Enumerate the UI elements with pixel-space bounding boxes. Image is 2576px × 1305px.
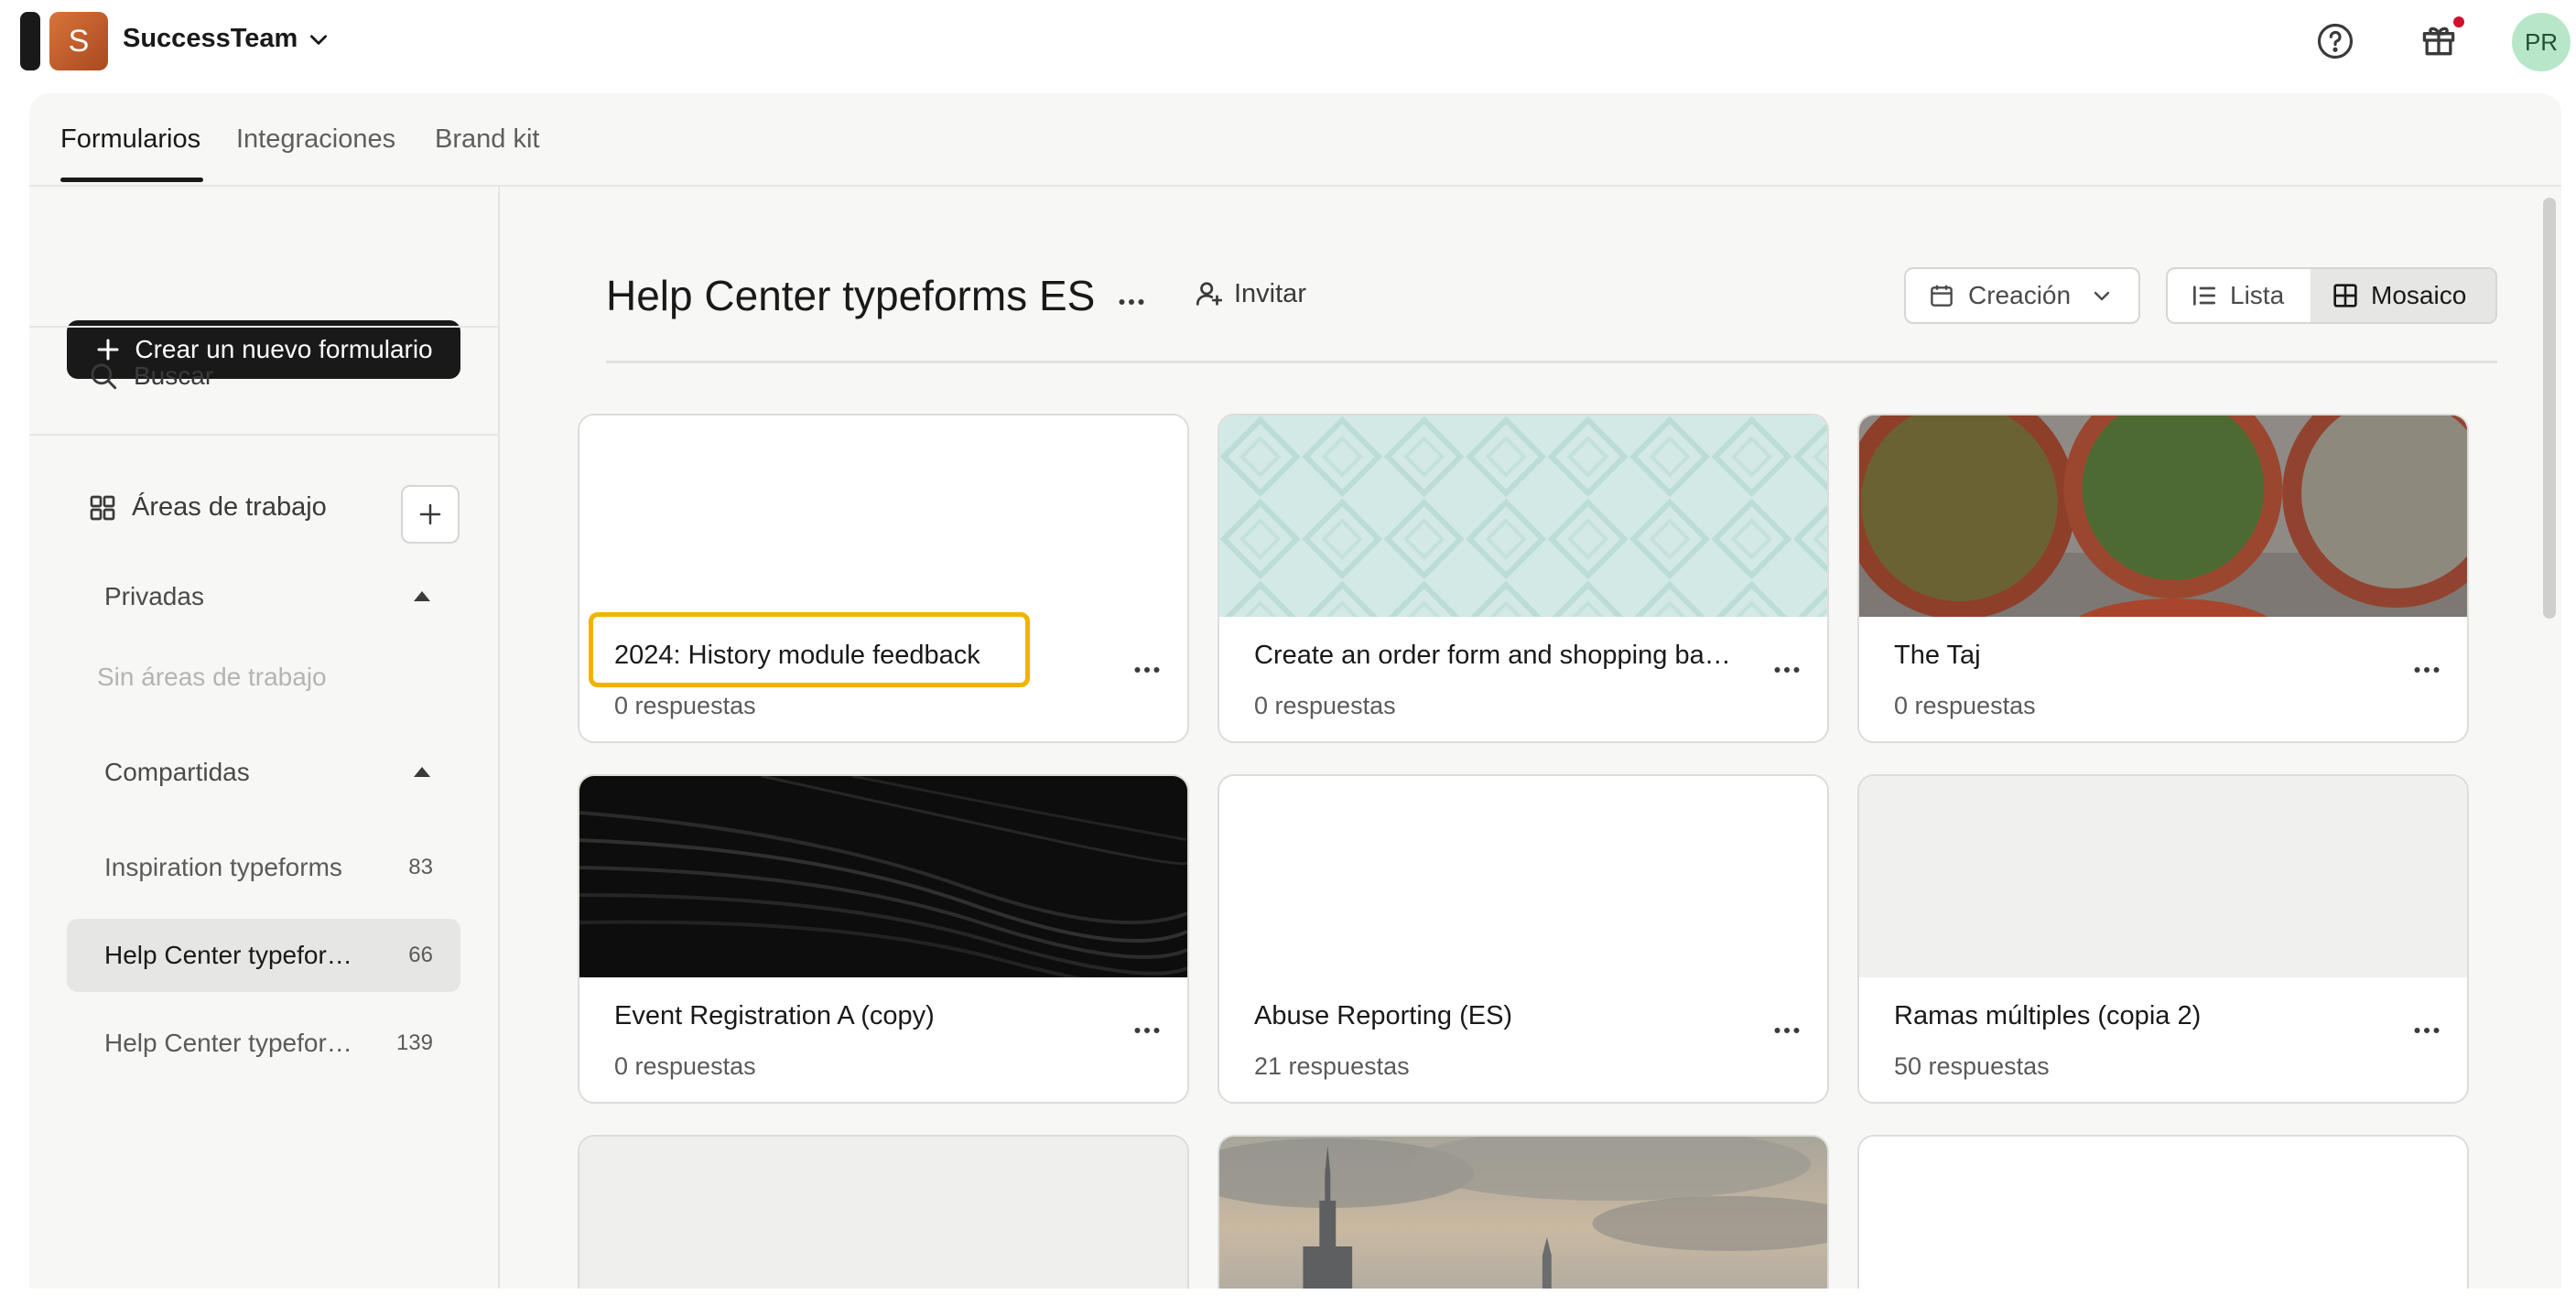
sidebar-divider — [29, 326, 498, 328]
form-responses: 0 respuestas — [614, 692, 756, 719]
view-list-label: Lista — [2230, 281, 2285, 309]
view-grid-button[interactable]: Mosaico — [2311, 269, 2495, 322]
form-thumbnail — [579, 1137, 1187, 1289]
team-logo[interactable]: S — [49, 12, 108, 70]
list-icon — [2193, 286, 2215, 306]
tab-brand-kit[interactable]: Brand kit — [435, 124, 539, 155]
workspaces-header: Áreas de trabajo — [88, 492, 327, 523]
view-toggle: Lista Mosaico — [2166, 267, 2497, 324]
form-card[interactable]: Create an order form and shopping basket… — [1218, 414, 1829, 743]
caret-up-icon[interactable] — [414, 591, 430, 601]
no-workspaces-note: Sin áreas de trabajo — [97, 663, 327, 691]
more-options-icon[interactable] — [1131, 653, 1164, 686]
form-thumbnail — [1859, 776, 2467, 977]
active-tab-indicator — [60, 178, 203, 182]
form-thumbnail — [1859, 415, 2467, 617]
sidebar-item-label: Help Center typeforms EN — [104, 1029, 361, 1057]
sidebar-item-count: 66 — [408, 943, 433, 967]
avatar-initials: PR — [2524, 27, 2559, 56]
sidebar-item-label: Help Center typeforms ES — [104, 941, 361, 969]
scrollbar[interactable] — [2543, 198, 2556, 619]
header-divider — [606, 361, 2497, 363]
sidebar-item-help-center-es[interactable]: Help Center typeforms ES 66 — [67, 919, 460, 992]
more-options-icon[interactable] — [1115, 286, 1148, 318]
private-section-label[interactable]: Privadas — [104, 582, 204, 611]
form-title: Abuse Reporting (ES) — [1254, 1001, 1513, 1030]
form-responses: 0 respuestas — [1254, 692, 1396, 719]
sidebar-toggle-handle[interactable] — [20, 12, 40, 70]
tab-bar: Formularios Integraciones Brand kit — [29, 93, 2561, 187]
sidebar-item-count: 83 — [408, 855, 433, 879]
form-thumbnail — [579, 776, 1187, 977]
add-workspace-button[interactable] — [401, 485, 460, 544]
gift-icon[interactable] — [2419, 20, 2459, 60]
help-icon[interactable] — [2316, 22, 2354, 60]
sort-label: Creación — [1968, 281, 2072, 309]
form-title: The Taj — [1894, 641, 1981, 670]
team-logo-letter: S — [68, 23, 90, 59]
more-options-icon[interactable] — [2410, 1014, 2443, 1047]
notification-dot — [2453, 16, 2464, 27]
highlight-box — [589, 612, 1030, 687]
more-options-icon[interactable] — [1770, 653, 1803, 686]
tab-integraciones[interactable]: Integraciones — [236, 124, 395, 155]
form-card[interactable]: Event Registration A (copy) 0 respuestas — [578, 774, 1189, 1104]
add-user-icon — [1196, 282, 1223, 306]
form-title: Ramas múltiples (copia 2) — [1894, 1001, 2202, 1030]
sidebar-divider — [29, 434, 498, 436]
form-thumbnail — [1219, 776, 1827, 977]
plus-icon — [97, 339, 119, 361]
plus-icon — [419, 503, 441, 525]
form-card[interactable] — [1218, 1135, 1829, 1289]
form-card[interactable]: 2024: History module feedback 0 respuest… — [578, 414, 1189, 743]
search-button[interactable]: Buscar — [88, 361, 213, 392]
shared-section-label[interactable]: Compartidas — [104, 758, 250, 787]
form-card[interactable] — [1857, 1135, 2469, 1289]
grid-icon — [90, 495, 115, 520]
form-responses: 50 respuestas — [1894, 1052, 2050, 1080]
form-title: Event Registration A (copy) — [614, 1001, 935, 1030]
team-switcher[interactable]: SuccessTeam — [123, 24, 330, 54]
search-label: Buscar — [134, 361, 214, 390]
form-responses: 21 respuestas — [1254, 1052, 1410, 1080]
calendar-icon — [1931, 285, 1953, 307]
caret-up-icon[interactable] — [414, 767, 430, 777]
chevron-down-icon — [310, 34, 328, 45]
form-card[interactable]: Abuse Reporting (ES) 21 respuestas — [1218, 774, 1829, 1104]
form-thumbnail — [1859, 1137, 2467, 1289]
form-responses: 0 respuestas — [614, 1052, 756, 1080]
grid-icon — [2333, 284, 2357, 307]
form-card[interactable]: The Taj 0 respuestas — [1857, 414, 2469, 743]
view-list-button[interactable]: Lista — [2168, 269, 2311, 322]
form-thumbnail — [1219, 415, 1827, 617]
form-title: Create an order form and shopping basket — [1254, 641, 1737, 670]
form-card[interactable] — [578, 1135, 1189, 1289]
search-icon — [91, 363, 117, 390]
chevron-down-icon — [2094, 291, 2110, 301]
form-thumbnail — [579, 415, 1187, 617]
form-responses: 0 respuestas — [1894, 692, 2036, 719]
sidebar-item-inspiration-typeforms[interactable]: Inspiration typeforms 83 — [67, 831, 460, 904]
more-options-icon[interactable] — [2410, 653, 2443, 686]
sidebar-item-label: Inspiration typeforms — [104, 853, 342, 881]
view-grid-label: Mosaico — [2371, 281, 2467, 309]
form-card[interactable]: Ramas múltiples (copia 2) 50 respuestas — [1857, 774, 2469, 1104]
top-bar: S SuccessTeam PR — [0, 0, 2576, 92]
sort-dropdown[interactable]: Creación — [1904, 267, 2140, 324]
more-options-icon[interactable] — [1770, 1014, 1803, 1047]
form-thumbnail — [1219, 1137, 1827, 1289]
sidebar-item-help-center-en[interactable]: Help Center typeforms EN 139 — [67, 1007, 460, 1080]
more-options-icon[interactable] — [1131, 1014, 1164, 1047]
sidebar: Crear un nuevo formulario — [29, 187, 500, 1289]
sidebar-item-count: 139 — [395, 1030, 433, 1055]
invite-button[interactable]: Invitar — [1194, 278, 1306, 309]
team-name: SuccessTeam — [123, 24, 298, 53]
workspaces-label: Áreas de trabajo — [132, 492, 327, 522]
avatar[interactable]: PR — [2512, 13, 2571, 71]
tab-formularios[interactable]: Formularios — [60, 124, 200, 155]
page-title: Help Center typeforms ES — [606, 272, 1096, 319]
invite-label: Invitar — [1234, 278, 1306, 308]
